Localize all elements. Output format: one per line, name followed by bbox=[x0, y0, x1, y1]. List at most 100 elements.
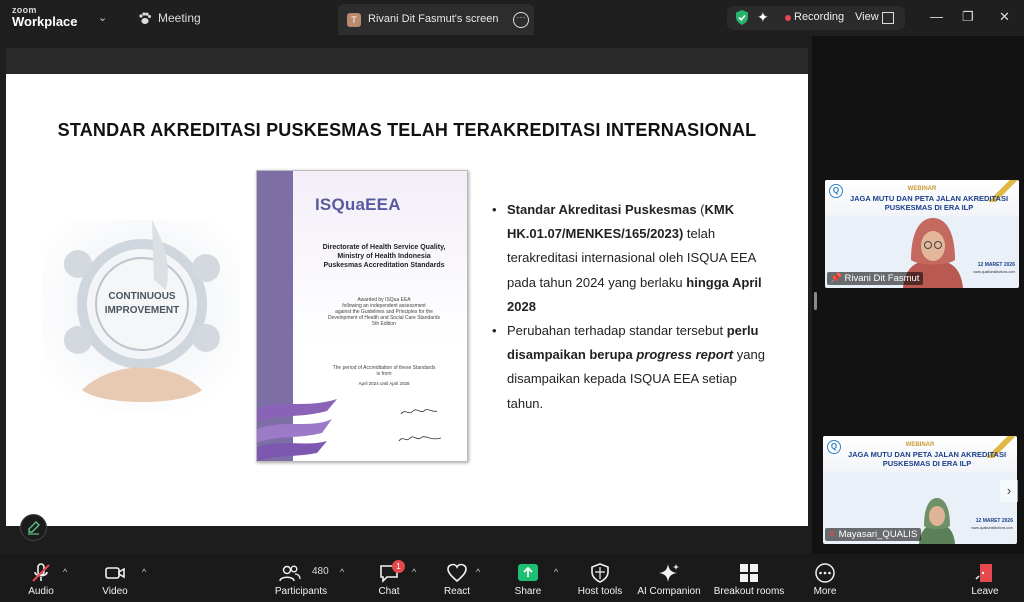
meeting-status-group: ✦ Recording View bbox=[727, 6, 905, 30]
pencil-icon bbox=[28, 521, 40, 535]
meeting-toolbar: Audio ^ Video ^ Participants 480 ^ Chat … bbox=[0, 554, 1024, 602]
chevron-down-icon[interactable]: ⌄ bbox=[98, 11, 107, 24]
participant-video bbox=[919, 498, 955, 544]
webinar-heading: JAGA MUTU DAN PETA JALAN AKREDITASI PUSK… bbox=[847, 450, 1007, 468]
more-options-icon[interactable]: ··· bbox=[513, 12, 529, 28]
continuous-improvement-image: CONTINUOUS IMPROVEMENT bbox=[42, 220, 240, 414]
video-label: Video bbox=[102, 586, 128, 597]
more-dots-icon bbox=[815, 563, 835, 583]
muted-mic-icon: ✕ bbox=[828, 529, 836, 540]
sharer-avatar: T bbox=[347, 13, 361, 27]
breakout-grid-icon bbox=[740, 564, 758, 582]
view-layout-icon[interactable] bbox=[882, 12, 894, 24]
chat-label: Chat bbox=[378, 586, 400, 597]
recording-label[interactable]: Recording bbox=[794, 11, 844, 23]
video-options-chevron-icon[interactable]: ^ bbox=[142, 567, 146, 577]
more-label: More bbox=[813, 586, 837, 597]
react-label: React bbox=[443, 586, 471, 597]
next-page-arrow[interactable]: › bbox=[1000, 480, 1018, 502]
security-shield-icon[interactable] bbox=[735, 10, 749, 25]
leave-button[interactable]: Leave bbox=[962, 554, 1008, 602]
slide-title: STANDAR AKREDITASI PUSKESMAS TELAH TERAK… bbox=[57, 120, 757, 140]
slide-bullet-item: Perubahan terhadap standar tersebut perl… bbox=[492, 319, 767, 416]
react-options-chevron-icon[interactable]: ^ bbox=[476, 567, 480, 577]
video-camera-icon bbox=[105, 567, 125, 579]
webinar-date: 12 MARET 2026 bbox=[975, 518, 1013, 524]
webinar-label: WEBINAR bbox=[905, 442, 935, 448]
participants-count: 480 bbox=[312, 566, 329, 577]
share-tab-label: Rivani Dit Fasmut's screen bbox=[368, 13, 499, 25]
shield-icon bbox=[591, 563, 609, 583]
image-text-line1: CONTINUOUS bbox=[108, 291, 176, 302]
breakout-rooms-label: Breakout rooms bbox=[713, 586, 785, 597]
breakout-rooms-button[interactable]: Breakout rooms bbox=[710, 554, 788, 602]
audio-button[interactable]: Audio bbox=[18, 554, 64, 602]
participants-options-chevron-icon[interactable]: ^ bbox=[340, 567, 344, 577]
leave-door-icon bbox=[975, 564, 992, 582]
paw-icon bbox=[139, 11, 151, 24]
bullet-text: progress report bbox=[636, 347, 734, 363]
share-button[interactable]: Share bbox=[505, 554, 551, 602]
chat-button[interactable]: Chat bbox=[366, 554, 412, 602]
bullet-text: ( bbox=[696, 202, 705, 217]
screen-share-tab[interactable]: T Rivani Dit Fasmut's screen ··· bbox=[338, 4, 534, 35]
bullet-text: Perubahan terhadap standar tersebut bbox=[507, 323, 727, 339]
signature-2 bbox=[398, 436, 442, 442]
accreditation-certificate: ISQuaEEA Directorate of Health Service Q… bbox=[256, 170, 468, 462]
video-button[interactable]: Video bbox=[92, 554, 138, 602]
annotate-button[interactable] bbox=[20, 514, 47, 541]
participants-label: Participants bbox=[274, 586, 328, 597]
leave-label: Leave bbox=[971, 586, 999, 597]
more-button[interactable]: More bbox=[802, 554, 848, 602]
close-icon[interactable]: ✕ bbox=[999, 9, 1010, 25]
webinar-date: 12 MARET 2026 bbox=[977, 262, 1015, 268]
host-tools-button[interactable]: Host tools bbox=[572, 554, 628, 602]
react-button[interactable]: React bbox=[434, 554, 480, 602]
view-label[interactable]: View bbox=[855, 11, 879, 23]
chat-unread-badge: 1 bbox=[392, 560, 405, 573]
slide-bullet-item: Standar Akreditasi Puskesmas (KMK HK.01.… bbox=[492, 198, 767, 319]
heart-icon bbox=[447, 563, 467, 583]
panel-resize-handle[interactable] bbox=[814, 292, 817, 310]
certificate-period-label: The period of Accreditation of these Sta… bbox=[332, 365, 436, 377]
audio-options-chevron-icon[interactable]: ^ bbox=[63, 567, 67, 577]
restore-icon[interactable]: ❐ bbox=[962, 9, 974, 25]
certificate-organization: Directorate of Health Service Quality, M… bbox=[322, 244, 446, 269]
audio-label: Audio bbox=[28, 586, 54, 597]
signature-1 bbox=[400, 409, 438, 415]
webinar-url: www.qualisinstitutions.com bbox=[973, 270, 1015, 274]
webinar-label: WEBINAR bbox=[907, 186, 937, 192]
share-screen-icon bbox=[518, 564, 538, 581]
webinar-heading: JAGA MUTU DAN PETA JALAN AKREDITASI PUSK… bbox=[849, 194, 1009, 212]
image-text-line2: IMPROVEMENT bbox=[105, 305, 179, 316]
slide-top-strip bbox=[6, 48, 808, 74]
participants-button[interactable]: Participants bbox=[270, 554, 332, 602]
minimize-icon[interactable]: — bbox=[930, 9, 943, 24]
zoom-workplace-logo[interactable]: zoom Workplace bbox=[12, 5, 78, 29]
ai-companion-button[interactable]: AI Companion bbox=[634, 554, 704, 602]
share-options-chevron-icon[interactable]: ^ bbox=[554, 567, 558, 577]
host-tools-label: Host tools bbox=[577, 586, 623, 597]
recording-dot-icon bbox=[785, 15, 791, 21]
participants-video-panel: Q WEBINAR JAGA MUTU DAN PETA JALAN AKRED… bbox=[812, 36, 1024, 554]
video-tile[interactable]: Q WEBINAR JAGA MUTU DAN PETA JALAN AKRED… bbox=[823, 436, 1017, 544]
meeting-tab[interactable]: Meeting bbox=[138, 11, 201, 25]
chat-options-chevron-icon[interactable]: ^ bbox=[412, 567, 416, 577]
certificate-period: April 2024 until April 2028 bbox=[358, 381, 410, 386]
ai-companion-label: AI Companion bbox=[637, 586, 701, 597]
certificate-awarded-text: Awarded by ISQua EEA following an indepe… bbox=[327, 297, 440, 327]
participants-icon bbox=[279, 565, 301, 582]
participant-name: ✕ Mayasari_QUALIS bbox=[825, 528, 922, 541]
certificate-swoosh bbox=[257, 399, 337, 461]
share-label: Share bbox=[514, 586, 542, 597]
pin-icon: 📌 bbox=[830, 273, 842, 284]
ai-sparkle-icon[interactable]: ✦ bbox=[757, 9, 769, 26]
video-tile[interactable]: Q WEBINAR JAGA MUTU DAN PETA JALAN AKRED… bbox=[825, 180, 1019, 288]
presentation-slide: STANDAR AKREDITASI PUSKESMAS TELAH TERAK… bbox=[6, 74, 808, 541]
participant-name: 📌 Rivani Dit Fasmut bbox=[827, 272, 924, 285]
sparkle-icon bbox=[659, 564, 679, 582]
slide-bullets: Standar Akreditasi Puskesmas (KMK HK.01.… bbox=[492, 198, 767, 416]
muted-mic-icon bbox=[32, 563, 50, 582]
isqua-logo: ISQuaEEA bbox=[315, 195, 401, 214]
logo-bottom: Workplace bbox=[12, 14, 78, 29]
